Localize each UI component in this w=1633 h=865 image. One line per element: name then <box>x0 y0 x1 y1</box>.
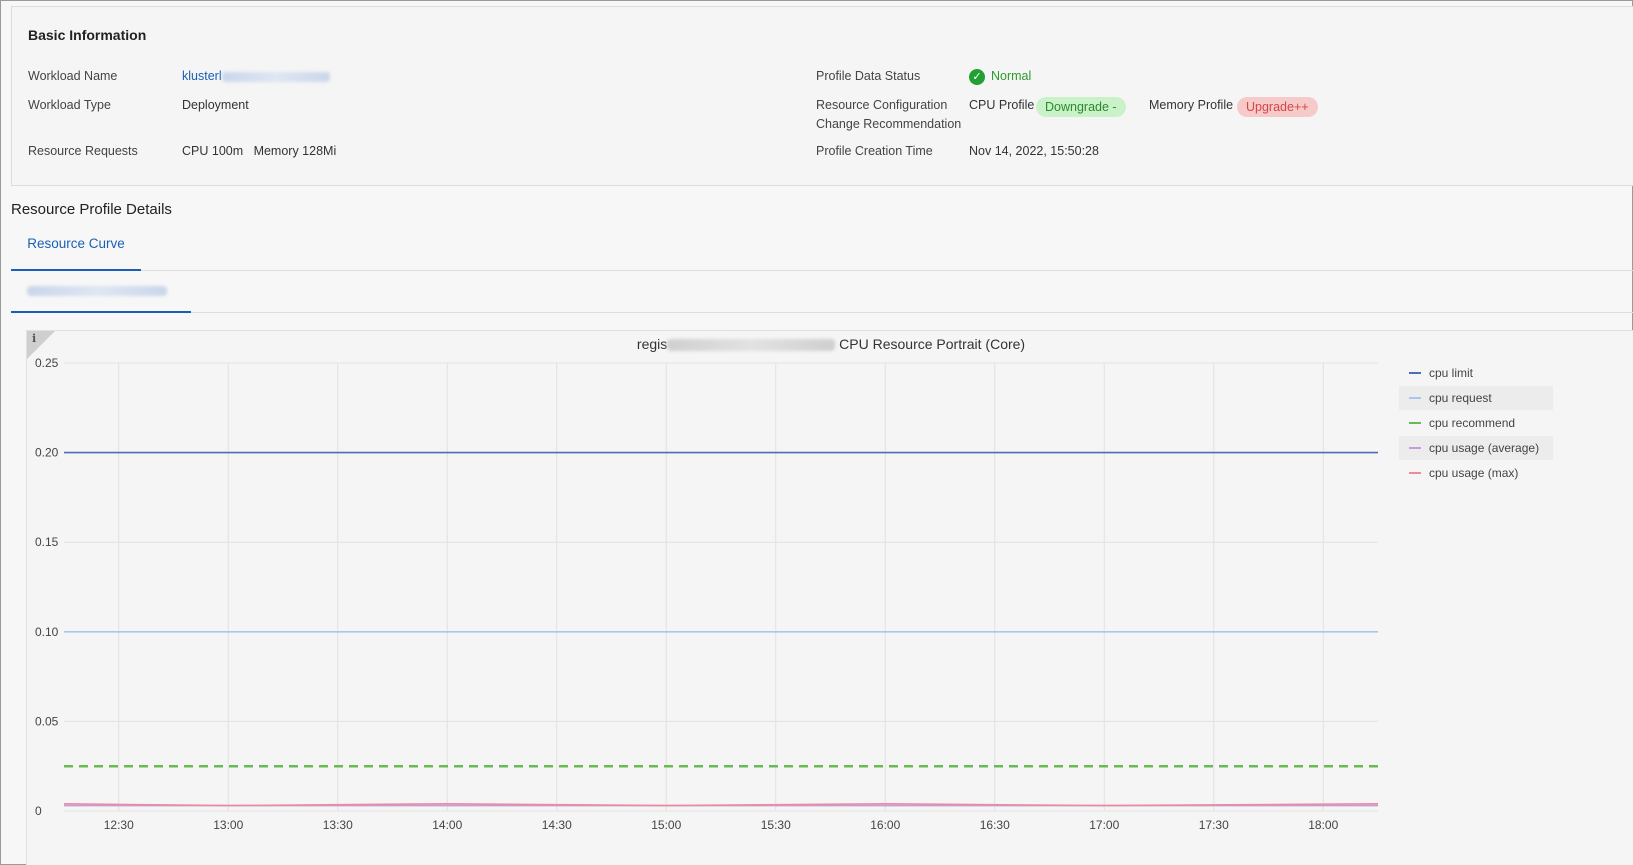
x-tick-label: 16:30 <box>980 818 1010 832</box>
page-frame: Basic Information Workload Name klusterl… <box>0 0 1633 865</box>
profile-status-label: Profile Data Status <box>816 69 921 83</box>
y-tick-label: 0.05 <box>35 714 59 728</box>
cpu-line-chart: 0 0.05 0.10 0.15 0.20 0.25 12:30 13:00 13:30 14:0… <box>35 356 1553 832</box>
x-tick-label: 12:30 <box>104 818 134 832</box>
cpu-profile-badge: Downgrade - <box>1036 97 1126 117</box>
x-tick-label: 15:00 <box>651 818 681 832</box>
container-tab-bar <box>11 271 1633 313</box>
resource-profile-details-title: Resource Profile Details <box>11 201 172 218</box>
profile-status-value: ✓ Normal <box>969 66 1031 86</box>
chart-title-prefix: regis <box>636 336 668 352</box>
x-tick-label: 18:00 <box>1308 818 1338 832</box>
y-tick-label: 0.25 <box>35 356 59 370</box>
resource-requests-memory: Memory 128Mi <box>253 144 337 158</box>
workload-name-value[interactable]: klusterl <box>182 66 330 86</box>
x-tick-label: 14:30 <box>542 818 572 832</box>
creation-time-label: Profile Creation Time <box>816 144 933 158</box>
creation-time-value: Nov 14, 2022, 15:50:28 <box>969 144 1099 158</box>
workload-type-label: Workload Type <box>28 98 111 112</box>
cpu-chart-card: i regis CPU Resource Portrait (Core) 0 0.… <box>26 330 1633 865</box>
basic-information-card: Basic Information Workload Name klusterl… <box>11 6 1633 186</box>
profile-status-text: Normal <box>991 69 1032 83</box>
workload-type-value: Deployment <box>182 98 249 112</box>
redacted-container-title <box>667 339 836 352</box>
legend-label: cpu request <box>1429 391 1492 405</box>
check-circle-icon: ✓ <box>969 68 985 85</box>
chart-title: regis CPU Resource Portrait (Core) <box>27 336 1633 352</box>
workload-name-link[interactable]: klusterl <box>182 69 222 83</box>
x-tick-label: 17:00 <box>1089 818 1119 832</box>
chart-title-suffix: CPU Resource Portrait (Core) <box>839 336 1026 352</box>
workload-name-label: Workload Name <box>28 69 118 83</box>
recommendation-label-line1: Resource Configuration <box>816 98 948 112</box>
series-line-cpu-usage-max- <box>63 802 1379 807</box>
x-tick-label: 17:30 <box>1199 818 1229 832</box>
y-tick-label: 0.10 <box>35 625 59 639</box>
basic-information-title: Basic Information <box>28 27 147 43</box>
redacted-container-name <box>27 286 167 296</box>
legend-label: cpu usage (max) <box>1429 466 1518 480</box>
cpu-profile-label: CPU Profile <box>969 98 1035 112</box>
x-tick-label: 15:30 <box>761 818 791 832</box>
resource-requests-cpu: CPU 100m <box>182 144 244 158</box>
details-tab-bar: Resource Curve <box>11 226 1633 271</box>
legend-label: cpu limit <box>1429 366 1474 380</box>
x-tick-label: 13:00 <box>213 818 243 832</box>
legend-label: cpu usage (average) <box>1429 441 1539 455</box>
memory-profile-badge: Upgrade++ <box>1237 97 1318 117</box>
y-tick-label: 0 <box>35 804 42 818</box>
tab-resource-curve[interactable]: Resource Curve <box>11 226 141 271</box>
resource-requests-label: Resource Requests <box>28 144 138 158</box>
y-tick-label: 0.20 <box>35 446 59 460</box>
x-tick-label: 13:30 <box>323 818 353 832</box>
memory-profile-label: Memory Profile <box>1149 98 1234 112</box>
tab-container-redacted[interactable] <box>11 271 191 313</box>
redacted-workload-name <box>221 71 330 82</box>
x-tick-label: 14:00 <box>432 818 462 832</box>
recommendation-label-line2: Change Recommendation <box>816 117 962 131</box>
x-tick-label: 16:00 <box>870 818 900 832</box>
resource-requests-value: CPU 100m Memory 128Mi <box>182 141 336 161</box>
legend-label: cpu recommend <box>1429 416 1515 430</box>
y-tick-label: 0.15 <box>35 535 59 549</box>
